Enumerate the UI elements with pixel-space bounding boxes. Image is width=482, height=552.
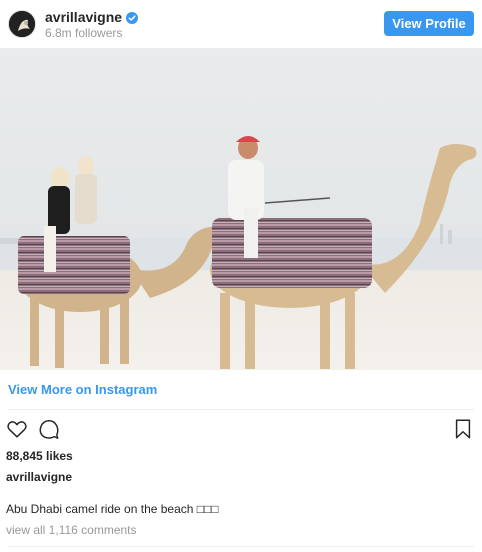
view-comments-link[interactable]: view all 1,116 comments <box>6 523 137 537</box>
verified-badge-icon <box>126 11 139 24</box>
instagram-embed-card: avrillavigne 6.8m followers View Profile <box>0 0 482 552</box>
divider <box>8 546 474 547</box>
post-caption: Abu Dhabi camel ride on the beach □□□ <box>6 502 219 516</box>
view-more-link[interactable]: View More on Instagram <box>8 382 157 397</box>
post-photo[interactable] <box>0 48 482 370</box>
username-row: avrillavigne <box>45 9 139 25</box>
comment-icon[interactable] <box>38 418 60 440</box>
avatar[interactable] <box>8 10 36 38</box>
like-count[interactable]: 88,845 likes <box>6 449 73 463</box>
username[interactable]: avrillavigne <box>45 9 122 25</box>
post-owner[interactable]: avrillavigne <box>6 470 72 484</box>
heart-icon[interactable] <box>6 418 28 440</box>
view-profile-button[interactable]: View Profile <box>384 11 474 36</box>
bookmark-icon[interactable] <box>452 418 474 440</box>
follower-count: 6.8m followers <box>45 26 123 40</box>
post-header: avrillavigne 6.8m followers View Profile <box>0 0 482 48</box>
divider <box>8 409 474 410</box>
